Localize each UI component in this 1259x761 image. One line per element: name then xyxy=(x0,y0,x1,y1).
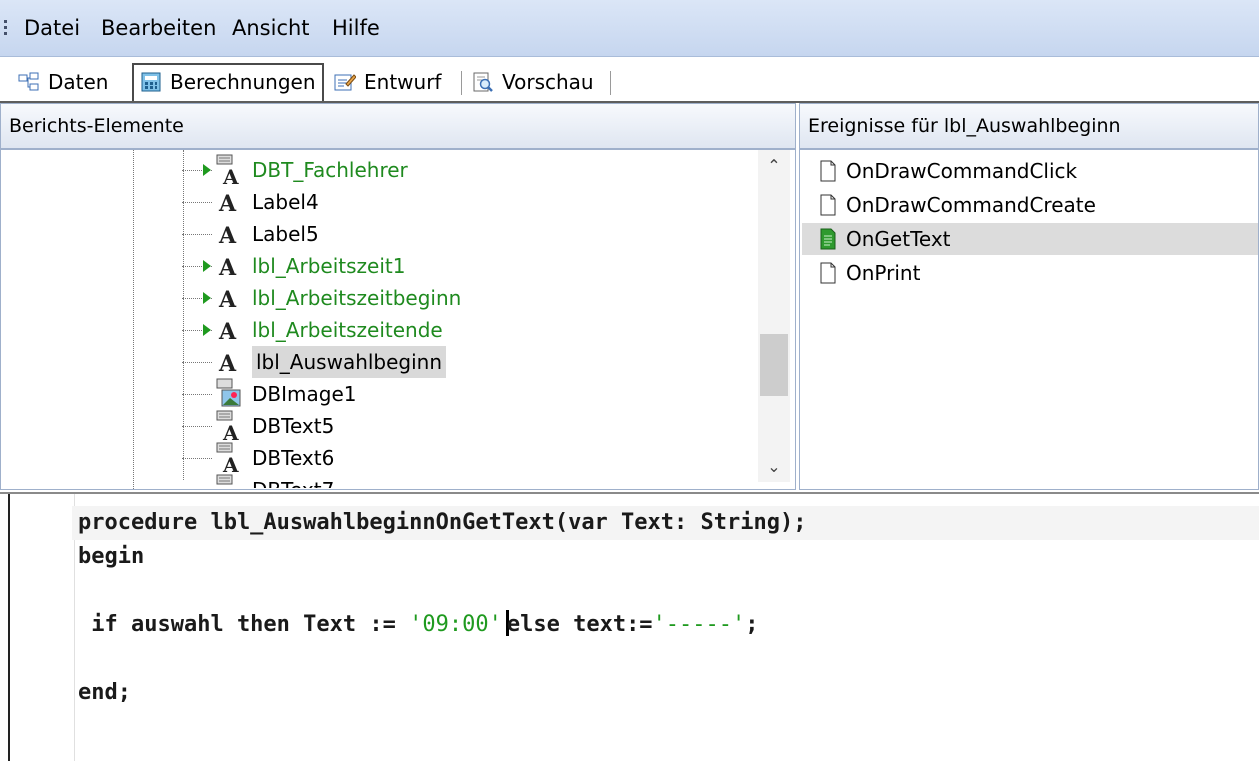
editor-gutter xyxy=(8,494,75,761)
svg-text:A: A xyxy=(218,255,237,281)
svg-text:A: A xyxy=(222,421,239,442)
label-icon: A xyxy=(218,191,237,217)
tree-connector xyxy=(182,362,212,363)
code-text: if auswahl then Text := xyxy=(78,612,410,637)
tree-connector xyxy=(182,426,212,427)
tree-item-label: Label4 xyxy=(252,190,319,214)
code-line-4[interactable]: if auswahl then Text := '09:00' else text… xyxy=(78,608,759,642)
document-icon xyxy=(820,160,836,182)
code-string: '09:00' xyxy=(409,612,502,637)
code-line-1[interactable]: procedure lbl_AuswahlbeginnOnGetText(var… xyxy=(78,506,806,540)
svg-text:A: A xyxy=(222,485,239,488)
tree-scrollbar[interactable]: ⌃ ⌄ xyxy=(758,150,790,482)
tree-item-label: lbl_Arbeitszeit1 xyxy=(252,254,406,278)
label-icon: A xyxy=(218,255,237,281)
event-item[interactable]: OnPrint xyxy=(802,257,1258,289)
tree-item-label: lbl_Auswahlbeginn xyxy=(252,346,447,378)
tree-connector xyxy=(182,394,212,395)
scroll-down-icon[interactable]: ⌄ xyxy=(758,452,790,482)
event-assigned-arrow-icon xyxy=(203,260,211,272)
event-assigned-arrow-icon xyxy=(203,324,211,336)
tree-item-label: DBText6 xyxy=(252,446,335,470)
db-text-icon: A xyxy=(216,154,239,186)
svg-text:A: A xyxy=(218,223,237,249)
svg-text:A: A xyxy=(218,319,237,345)
tree-item-label: DBText7 xyxy=(252,474,334,488)
code-editor[interactable]: procedure lbl_AuswahlbeginnOnGetText(var… xyxy=(0,492,1259,761)
document-icon xyxy=(820,194,836,216)
tree-connector xyxy=(182,234,212,235)
code-line-2[interactable]: begin xyxy=(78,540,144,574)
scroll-thumb[interactable] xyxy=(760,334,788,396)
event-assigned-arrow-icon xyxy=(203,292,211,304)
event-label: OnDrawCommandCreate xyxy=(846,193,1096,217)
tree-item-label: lbl_Arbeitszeitende xyxy=(252,318,443,342)
code-line-6[interactable]: end; xyxy=(78,676,131,710)
svg-text:A: A xyxy=(222,165,239,186)
label-icon: A xyxy=(218,287,237,313)
scroll-up-icon[interactable]: ⌃ xyxy=(758,150,790,182)
event-label: OnDrawCommandClick xyxy=(846,159,1078,183)
svg-text:A: A xyxy=(222,453,239,474)
svg-text:A: A xyxy=(218,351,237,377)
db-image-icon xyxy=(216,378,241,407)
code-text: ; xyxy=(745,612,759,637)
tree-item-label: DBT_Fachlehrer xyxy=(252,158,408,182)
event-item[interactable]: OnDrawCommandCreate xyxy=(802,189,1258,221)
events-title: Ereignisse für lbl_Auswahlbeginn xyxy=(808,115,1121,137)
svg-text:A: A xyxy=(218,287,237,313)
event-item[interactable]: OnDrawCommandClick xyxy=(802,155,1258,187)
label-icon: A xyxy=(218,319,237,345)
document-icon xyxy=(820,262,836,284)
db-text-icon: A xyxy=(216,410,239,442)
code-string: '-----' xyxy=(652,612,746,637)
event-item[interactable]: OnGetText xyxy=(802,223,1258,255)
db-text-icon: A xyxy=(216,442,239,474)
event-label: OnPrint xyxy=(846,261,921,285)
tree-item-label: DBImage1 xyxy=(252,382,357,406)
event-label: OnGetText xyxy=(846,227,951,251)
tree-item-label: DBText5 xyxy=(252,414,335,438)
event-assigned-arrow-icon xyxy=(203,164,211,176)
tree-item-label: lbl_Arbeitszeitbeginn xyxy=(252,286,462,310)
tree-connector xyxy=(182,202,212,203)
svg-text:A: A xyxy=(218,191,237,217)
code-text: else text:= xyxy=(506,612,653,637)
label-icon: A xyxy=(218,223,237,249)
document-filled-icon xyxy=(820,228,836,250)
label-icon: A xyxy=(218,351,237,377)
tree-connector xyxy=(182,458,212,459)
tree-item-label: Label5 xyxy=(252,222,319,246)
db-text-icon: A xyxy=(216,474,239,488)
events-header: Ereignisse für lbl_Auswahlbeginn xyxy=(799,103,1259,149)
